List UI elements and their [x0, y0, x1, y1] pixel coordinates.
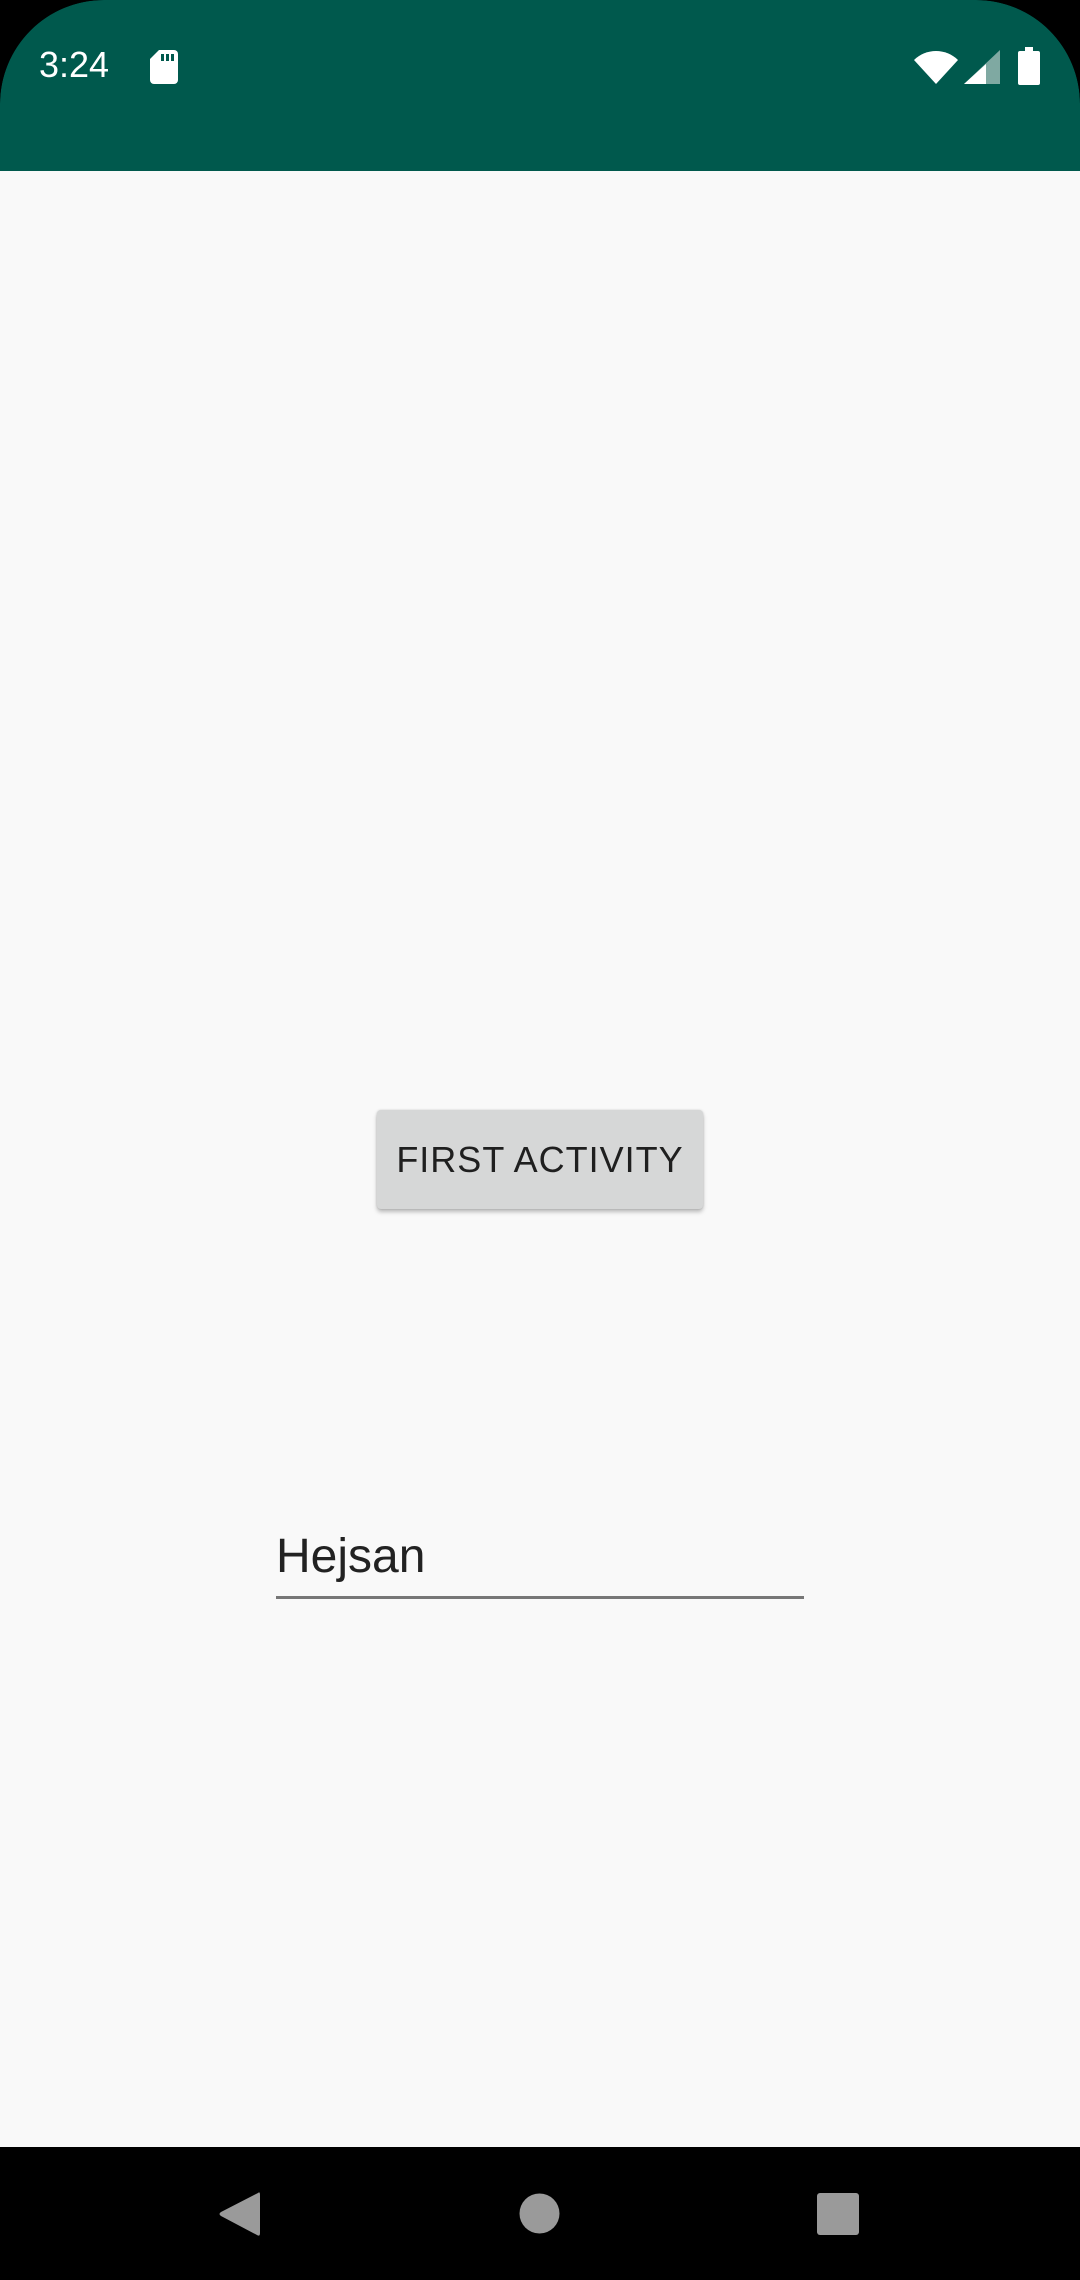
status-time: 3:24	[39, 44, 110, 85]
phone-screen: 3:24 FIRST ACTIVITY Hejsan	[0, 0, 1080, 2280]
text-field-value: Hejsan	[276, 1530, 426, 1583]
home-icon[interactable]	[519, 2193, 560, 2234]
cellular-signal-icon	[964, 50, 1000, 84]
text-input-field[interactable]: Hejsan	[276, 1519, 804, 1599]
wifi-icon	[914, 51, 958, 84]
main-content: FIRST ACTIVITY Hejsan	[0, 171, 1080, 2147]
battery-icon	[1018, 47, 1040, 85]
back-icon[interactable]	[218, 2191, 260, 2237]
navigation-bar	[0, 2147, 1080, 2280]
status-bar: 3:24	[0, 0, 1080, 171]
sd-card-icon	[150, 50, 178, 84]
first-activity-button[interactable]: FIRST ACTIVITY	[377, 1110, 703, 1209]
recents-icon[interactable]	[817, 2193, 859, 2235]
